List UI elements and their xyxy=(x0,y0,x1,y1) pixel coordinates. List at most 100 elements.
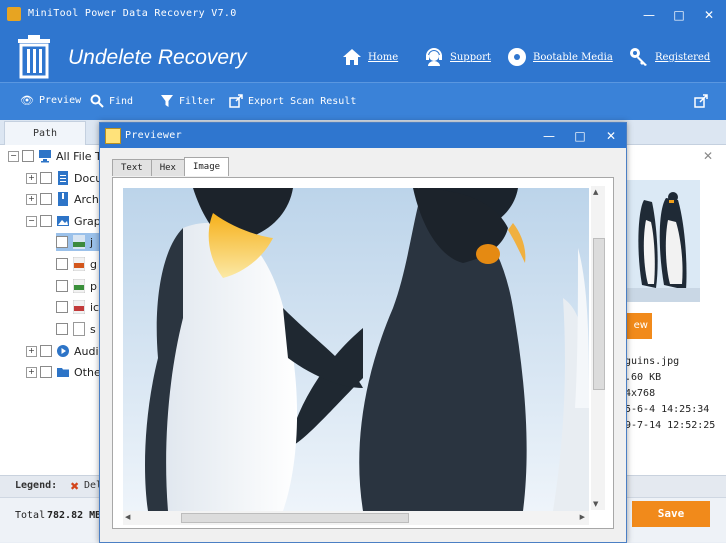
support-link-label: Support xyxy=(450,51,491,63)
tree-node-all-files[interactable]: − All File T xyxy=(8,147,102,165)
tree-node-jpg[interactable]: j xyxy=(56,233,100,251)
checkbox[interactable] xyxy=(56,280,68,292)
total-value: 782.82 MB xyxy=(47,510,102,521)
bootable-media-link[interactable]: Bootable Media xyxy=(507,46,613,68)
checkbox[interactable] xyxy=(40,193,52,205)
document-icon xyxy=(58,171,68,185)
checkbox[interactable] xyxy=(40,172,52,184)
tree-node-graphics[interactable]: − Grap xyxy=(26,212,101,230)
tree-node-ico[interactable]: ic xyxy=(56,298,99,316)
save-button[interactable]: Save xyxy=(632,501,710,527)
checkbox[interactable] xyxy=(22,150,34,162)
scroll-left-icon[interactable]: ◀ xyxy=(125,513,130,521)
scroll-right-icon[interactable]: ▶ xyxy=(580,513,585,521)
preview-toolbar-label: Preview xyxy=(38,95,82,106)
gif-file-icon xyxy=(73,257,85,271)
checkbox[interactable] xyxy=(56,236,68,248)
expand-icon[interactable]: + xyxy=(26,366,37,378)
registered-label: Registered xyxy=(655,51,711,63)
checkbox[interactable] xyxy=(40,366,52,378)
collapse-icon[interactable]: − xyxy=(26,215,37,227)
vertical-scrollbar[interactable]: ▲ ▼ xyxy=(591,186,605,510)
maximize-button[interactable]: □ xyxy=(670,6,688,24)
computer-icon xyxy=(39,150,51,163)
tree-node-label: All File T xyxy=(56,149,102,163)
export-scan-result-button[interactable]: Export Scan Result xyxy=(229,94,356,108)
checkbox[interactable] xyxy=(56,301,68,313)
home-link-label: Home xyxy=(368,51,399,63)
detail-size: .60 KB xyxy=(625,372,662,383)
tree-node-label: Othe xyxy=(74,365,101,379)
previewer-dialog: Previewer — □ ✕ Text Hex Image ▲ ▼ ◀ ▶ xyxy=(99,122,627,543)
horizontal-scroll-thumb[interactable] xyxy=(181,513,409,523)
tree-node-png[interactable]: p xyxy=(56,277,97,295)
export-icon xyxy=(229,94,243,108)
disc-icon xyxy=(508,48,526,66)
tree-node-label: Archi xyxy=(74,192,102,206)
ico-file-icon xyxy=(73,300,85,314)
previewer-close-button[interactable]: ✕ xyxy=(602,127,620,145)
expand-icon[interactable]: + xyxy=(26,172,37,184)
previewer-minimize-button[interactable]: — xyxy=(540,127,558,145)
app-header: Undelete Recovery Home Support Bootable … xyxy=(0,30,726,82)
product-title: Undelete Recovery xyxy=(68,46,247,69)
app-logo-icon xyxy=(7,7,21,21)
horizontal-scrollbar[interactable]: ◀ ▶ xyxy=(123,511,589,525)
support-icon xyxy=(426,48,442,66)
jpg-file-icon xyxy=(73,235,85,249)
audio-icon xyxy=(57,345,69,357)
home-link[interactable]: Home xyxy=(342,46,398,68)
share-toolbar-button[interactable] xyxy=(694,94,708,108)
tree-node-label: ic xyxy=(90,300,100,314)
total-label: Total xyxy=(15,510,46,521)
tree-node-label: Docu xyxy=(74,171,103,185)
tree-node-archive[interactable]: + Archi xyxy=(26,190,102,208)
tab-hex[interactable]: Hex xyxy=(150,159,185,176)
expand-icon[interactable]: + xyxy=(26,345,37,357)
checkbox[interactable] xyxy=(56,323,68,335)
support-link[interactable]: Support xyxy=(424,46,491,68)
checkbox[interactable] xyxy=(40,215,52,227)
find-toolbar-label: Find xyxy=(109,95,134,107)
scroll-up-icon[interactable]: ▲ xyxy=(593,188,598,196)
tree-node-label: s xyxy=(90,322,96,336)
bootable-media-label: Bootable Media xyxy=(533,51,613,63)
png-file-icon xyxy=(73,279,85,293)
preview-toolbar-button[interactable]: 👁 Preview xyxy=(20,94,81,107)
checkbox[interactable] xyxy=(40,345,52,357)
close-icon[interactable]: ✕ xyxy=(703,149,713,163)
tab-path[interactable]: Path xyxy=(4,121,86,145)
folder-icon xyxy=(57,368,69,377)
penguins-thumbnail xyxy=(626,180,700,302)
scroll-down-icon[interactable]: ▼ xyxy=(593,500,598,508)
tree-node-label: Audi xyxy=(74,344,99,358)
blank-file-icon xyxy=(73,322,85,336)
share-icon xyxy=(694,94,708,108)
tree-node-label: Grap xyxy=(74,214,101,228)
registered-link[interactable]: Registered xyxy=(629,46,710,68)
previewer-title-bar[interactable]: Previewer — □ ✕ xyxy=(100,123,626,148)
tree-node-audio[interactable]: + Audi xyxy=(26,342,99,360)
filter-toolbar-button[interactable]: Filter xyxy=(160,94,215,108)
tab-image[interactable]: Image xyxy=(183,157,230,176)
expand-icon[interactable]: + xyxy=(26,193,37,205)
vertical-scroll-thumb[interactable] xyxy=(593,238,605,390)
eye-icon: 👁 xyxy=(20,94,34,107)
penguins-image xyxy=(123,188,589,511)
tree-node-label: j xyxy=(90,235,94,249)
tree-node-documents[interactable]: + Docu xyxy=(26,169,102,187)
picture-icon xyxy=(57,216,69,226)
previewer-tabs: Text Hex Image xyxy=(112,157,230,177)
minimize-button[interactable]: — xyxy=(640,6,658,24)
trash-icon xyxy=(18,35,50,79)
tree-node-svg[interactable]: s xyxy=(56,320,96,338)
title-bar: MiniTool Power Data Recovery V7.0 — □ ✕ xyxy=(0,0,726,30)
checkbox[interactable] xyxy=(56,258,68,270)
tree-node-other[interactable]: + Othe xyxy=(26,363,101,381)
previewer-maximize-button[interactable]: □ xyxy=(571,127,589,145)
tab-text[interactable]: Text xyxy=(112,159,152,176)
collapse-icon[interactable]: − xyxy=(8,150,19,162)
tree-node-gif[interactable]: g xyxy=(56,255,97,273)
close-button[interactable]: ✕ xyxy=(700,6,718,24)
find-toolbar-button[interactable]: Find xyxy=(90,94,133,108)
